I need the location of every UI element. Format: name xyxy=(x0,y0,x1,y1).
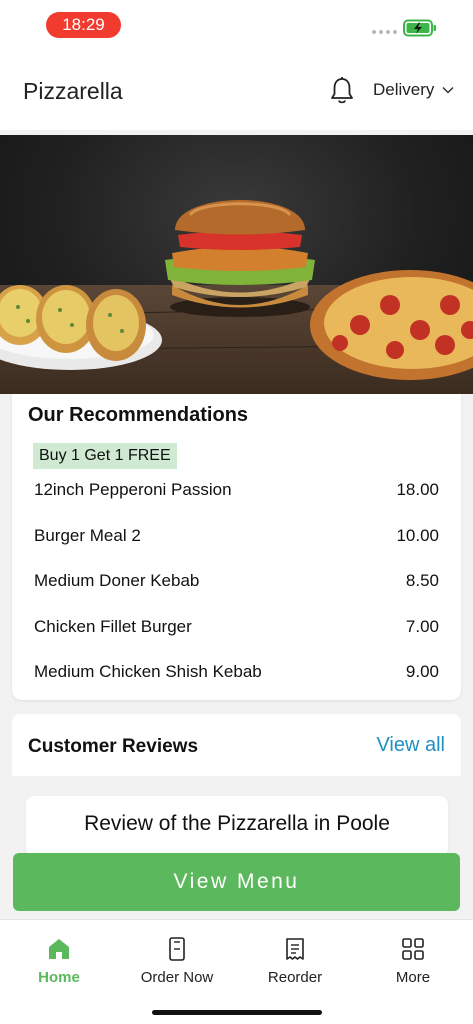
bell-icon[interactable] xyxy=(329,76,355,106)
home-icon xyxy=(49,939,69,959)
promo-badge: Buy 1 Get 1 FREE xyxy=(33,443,177,469)
reviews-title: Customer Reviews xyxy=(28,736,199,757)
battery-charging-icon xyxy=(403,19,436,37)
item-price: 10.00 xyxy=(396,525,439,545)
item-price: 8.50 xyxy=(405,571,439,591)
item-name: 12inch Pepperoni Passion xyxy=(34,480,232,499)
tab-label: Home xyxy=(38,969,80,986)
item-name: Burger Meal 2 xyxy=(34,525,141,545)
recommendation-item[interactable]: Burger Meal 2 10.00 xyxy=(12,522,461,568)
receipt-icon xyxy=(286,938,304,960)
item-name: Medium Chicken Shish Kebab xyxy=(34,662,262,682)
view-all-reviews-link[interactable]: View all xyxy=(376,734,445,757)
tab-label: More xyxy=(395,969,431,986)
app-header: Pizzarella Delivery xyxy=(0,52,473,130)
status-time: 18:29 xyxy=(46,12,121,38)
tab-order-now[interactable]: Order Now xyxy=(127,936,227,986)
recommendation-item[interactable]: Chicken Fillet Burger 7.00 xyxy=(12,613,461,659)
review-card[interactable]: Review of the Pizzarella in Poole xyxy=(26,796,448,856)
signal-icon xyxy=(372,30,397,34)
item-name: Medium Doner Kebab xyxy=(34,571,200,591)
chevron-down-icon xyxy=(442,86,454,94)
tab-reorder[interactable]: Reorder xyxy=(245,936,345,986)
recommendations-card: Our Recommendations Buy 1 Get 1 FREE 12i… xyxy=(12,394,461,700)
item-price: 9.00 xyxy=(405,662,439,682)
view-menu-button[interactable]: View Menu xyxy=(13,853,460,911)
home-indicator[interactable] xyxy=(152,1010,322,1015)
delivery-mode-select[interactable]: Delivery xyxy=(373,80,454,100)
customer-reviews-section: Customer Reviews View all xyxy=(12,714,461,776)
delivery-label: Delivery xyxy=(373,80,435,99)
status-bar: 18:29 xyxy=(0,0,473,52)
review-heading: Review of the Pizzarella in Poole xyxy=(84,812,390,835)
app-screen: 18:29 Pizzarella Delivery Our Recommenda… xyxy=(0,0,473,1024)
app-title: Pizzarella xyxy=(23,78,123,104)
recommendation-item[interactable]: 12inch Pepperoni Passion 18.00 xyxy=(12,476,461,522)
recommendation-item[interactable]: Medium Chicken Shish Kebab 9.00 xyxy=(12,658,461,704)
bottom-tab-bar: Home Order Now Reorder More xyxy=(0,919,473,1024)
item-name: Chicken Fillet Burger xyxy=(34,616,192,636)
hero-illustration xyxy=(0,200,473,394)
tab-label: Reorder xyxy=(267,969,323,986)
tab-home[interactable]: Home xyxy=(9,936,109,986)
tab-more[interactable]: More xyxy=(363,936,463,986)
tab-label: Order Now xyxy=(140,969,214,986)
recommendation-item[interactable]: Medium Doner Kebab 8.50 xyxy=(12,567,461,613)
order-icon xyxy=(169,937,185,961)
item-price: 18.00 xyxy=(396,480,439,499)
hero-food-image xyxy=(0,135,473,394)
grid-icon xyxy=(402,938,424,960)
recommendations-list: 12inch Pepperoni Passion 18.00 Burger Me… xyxy=(12,476,461,704)
recommendations-title: Our Recommendations xyxy=(28,404,249,426)
item-price: 7.00 xyxy=(405,616,439,636)
